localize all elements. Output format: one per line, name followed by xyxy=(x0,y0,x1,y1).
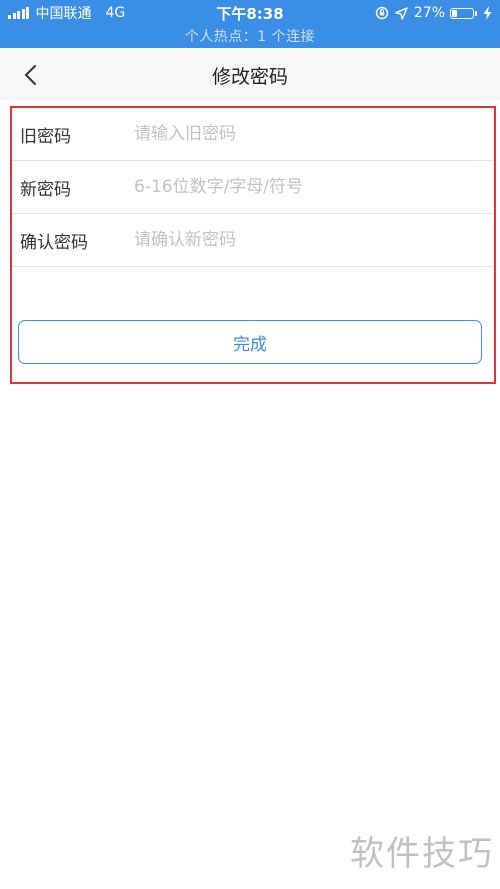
battery-percent: 27% xyxy=(413,5,445,21)
password-form: 旧密码 新密码 确认密码 完成 xyxy=(10,106,496,384)
status-bar: 中国联通 4G 下午8:38 27% 个人热点：1 个连接 xyxy=(0,0,500,48)
charging-icon xyxy=(483,6,492,20)
hotspot-banner[interactable]: 个人热点：1 个连接 xyxy=(0,26,500,46)
confirm-password-input[interactable] xyxy=(134,220,494,260)
orientation-lock-icon xyxy=(375,6,389,20)
new-password-label: 新密码 xyxy=(20,179,71,200)
old-password-row: 旧密码 xyxy=(12,108,494,161)
status-right: 27% xyxy=(369,4,492,22)
battery-cap xyxy=(475,10,477,16)
page-title: 修改密码 xyxy=(211,66,288,88)
location-icon xyxy=(395,6,408,20)
new-password-row: 新密码 xyxy=(12,161,494,214)
watermark: 软件技巧 xyxy=(350,834,494,874)
new-password-input[interactable] xyxy=(134,167,494,207)
old-password-input[interactable] xyxy=(134,114,494,154)
battery-icon xyxy=(450,7,474,19)
battery-level xyxy=(452,9,457,17)
confirm-password-row: 确认密码 xyxy=(12,214,494,267)
old-password-label: 旧密码 xyxy=(20,126,71,147)
done-button[interactable]: 完成 xyxy=(18,320,482,364)
confirm-password-label: 确认密码 xyxy=(20,232,88,253)
nav-bar: 修改密码 xyxy=(0,48,500,100)
